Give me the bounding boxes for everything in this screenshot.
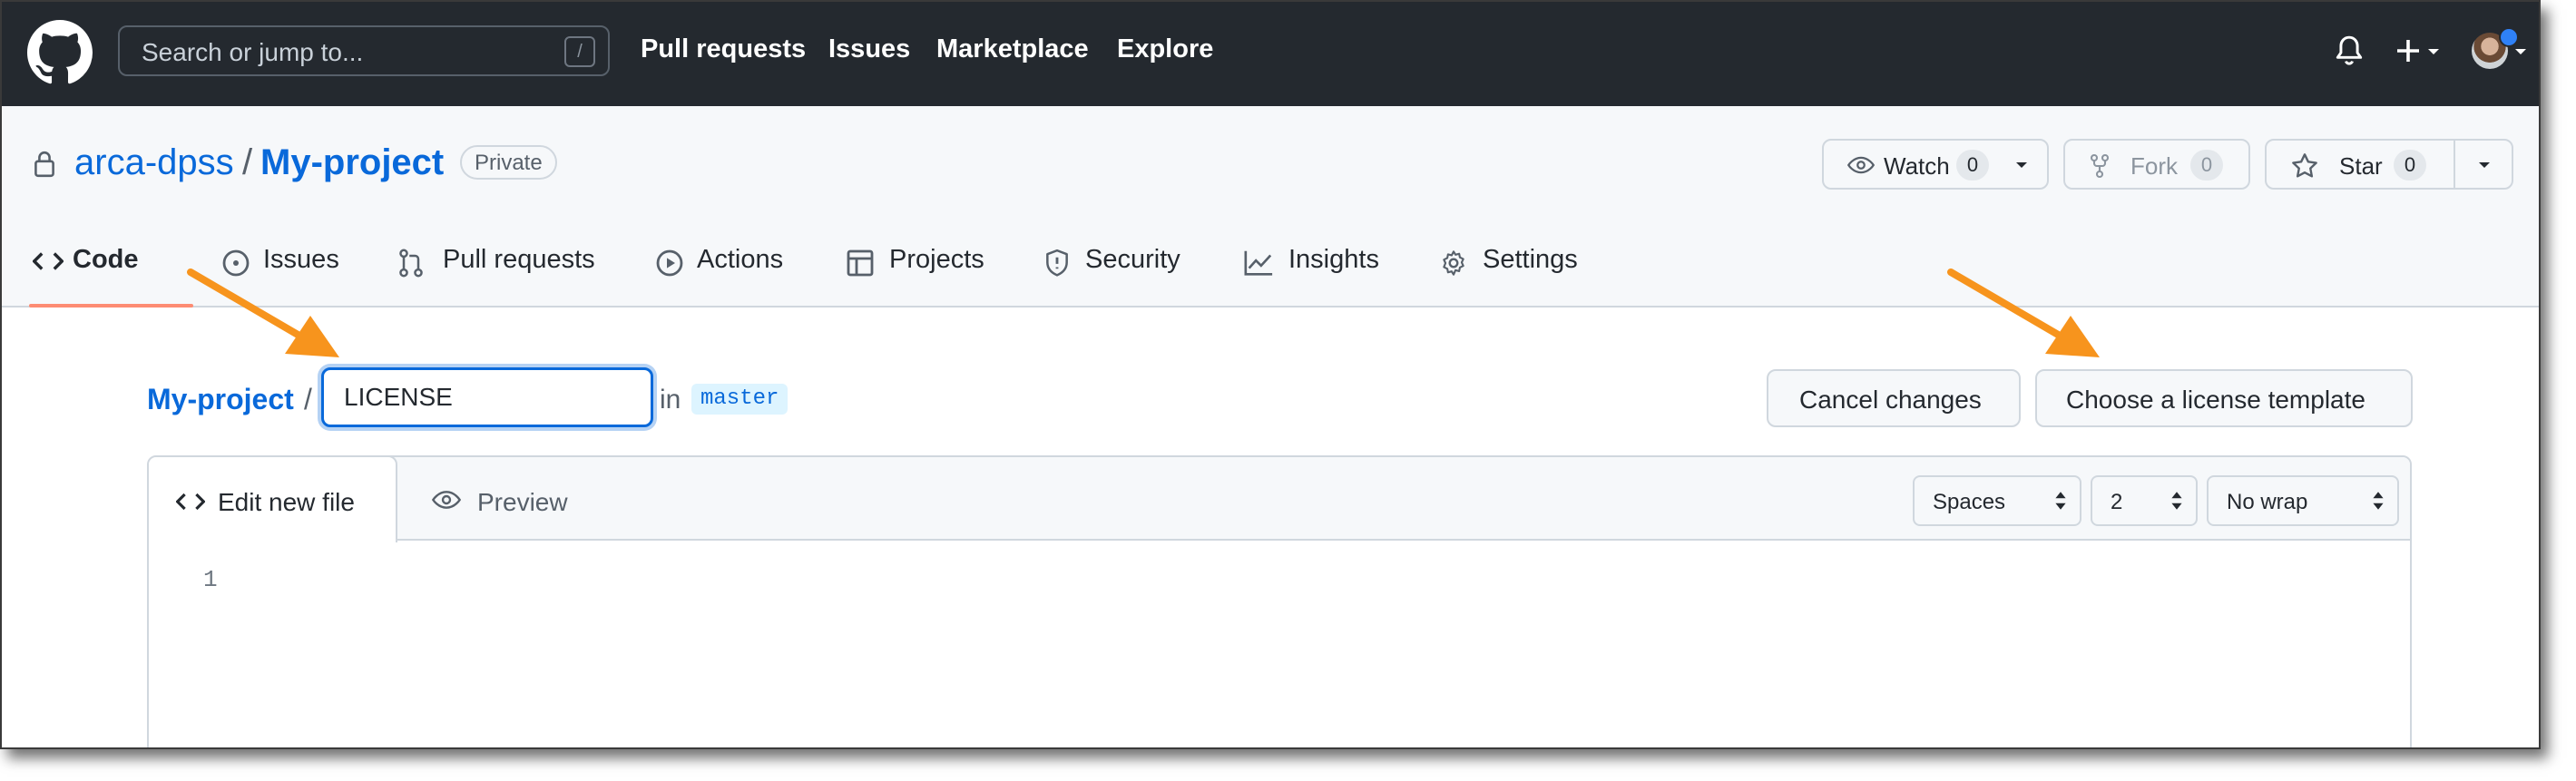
cancel-changes-label: Cancel changes — [1799, 386, 1982, 414]
search-input[interactable]: Search or jump to... / — [118, 25, 610, 76]
code-icon — [33, 252, 64, 270]
watch-count: 0 — [1956, 150, 1989, 181]
table-icon — [847, 249, 874, 277]
breadcrumb-repo-link[interactable]: My-project — [147, 383, 294, 416]
indent-size-value: 2 — [2111, 490, 2123, 514]
code-icon — [176, 493, 205, 511]
branch-badge: master — [691, 384, 788, 415]
select-arrows-icon — [2171, 492, 2182, 510]
browser-window: Search or jump to... / Pull requests Iss… — [0, 0, 2541, 749]
star-divider — [2454, 141, 2455, 188]
plus-icon[interactable] — [2394, 36, 2423, 65]
choose-license-template-button[interactable]: Choose a license template — [2035, 369, 2413, 427]
github-logo-icon[interactable] — [27, 20, 93, 85]
tab-code[interactable]: Code — [73, 245, 139, 275]
star-button[interactable]: Star 0 — [2265, 139, 2513, 190]
notification-dot — [2499, 27, 2519, 47]
tab-preview[interactable]: Preview — [477, 488, 568, 517]
bell-icon[interactable] — [2334, 34, 2365, 69]
tab-edit-new-file[interactable]: Edit new file — [149, 457, 397, 542]
wrap-mode-value: No wrap — [2227, 490, 2308, 514]
search-shortcut-key: / — [564, 36, 595, 67]
tab-insights[interactable]: Insights — [1288, 245, 1379, 275]
filename-input[interactable] — [321, 367, 653, 427]
indent-mode-select[interactable]: Spaces — [1913, 475, 2081, 526]
eye-icon — [432, 491, 461, 509]
fork-button[interactable]: Fork 0 — [2063, 139, 2250, 190]
search-placeholder: Search or jump to... — [142, 38, 364, 66]
nav-issues[interactable]: Issues — [828, 34, 910, 64]
star-label: Star — [2339, 152, 2383, 180]
gear-icon — [1443, 250, 1464, 276]
tab-projects[interactable]: Projects — [889, 245, 984, 275]
in-label: in — [660, 385, 681, 415]
nav-pull-requests[interactable]: Pull requests — [641, 34, 806, 64]
editor-toolbar: Edit new file Preview Spaces 2 No wrap — [149, 457, 2410, 542]
watch-label: Watch — [1884, 152, 1950, 180]
wrap-mode-select[interactable]: No wrap — [2207, 475, 2399, 526]
repo-owner-link[interactable]: arca-dpss — [74, 142, 234, 183]
star-count: 0 — [2394, 150, 2426, 181]
watch-button[interactable]: Watch 0 — [1822, 139, 2049, 190]
tab-actions[interactable]: Actions — [697, 245, 783, 275]
play-icon — [656, 249, 683, 277]
nav-marketplace[interactable]: Marketplace — [936, 34, 1089, 64]
eye-icon — [1847, 156, 1875, 174]
select-arrows-icon — [2055, 492, 2066, 510]
breadcrumb-separator: / — [304, 383, 312, 415]
tab-security[interactable]: Security — [1085, 245, 1180, 275]
repo-path-separator: / — [242, 142, 253, 182]
annotation-arrow-icon — [187, 268, 339, 357]
shield-icon — [1046, 249, 1068, 277]
repo-header: arca-dpss / My-project Private Watch 0 F… — [2, 106, 2539, 308]
indent-mode-value: Spaces — [1933, 490, 2006, 514]
fork-icon — [2090, 153, 2110, 179]
annotation-arrow-icon — [1947, 268, 2100, 357]
lock-icon — [34, 151, 54, 178]
chevron-down-icon[interactable] — [2426, 47, 2441, 56]
fork-label: Fork — [2130, 152, 2178, 180]
file-editor: Edit new file Preview Spaces 2 No wrap 1 — [147, 455, 2412, 747]
active-tab-indicator — [29, 304, 193, 308]
tab-pull-requests[interactable]: Pull requests — [443, 245, 595, 275]
avatar-chevron-down-icon[interactable] — [2513, 47, 2528, 56]
watch-dropdown-icon[interactable] — [2014, 161, 2029, 170]
select-arrows-icon — [2373, 492, 2384, 510]
choose-license-template-label: Choose a license template — [2066, 386, 2365, 414]
indent-size-select[interactable]: 2 — [2091, 475, 2198, 526]
repo-name-link[interactable]: My-project — [260, 142, 444, 183]
cancel-changes-button[interactable]: Cancel changes — [1767, 369, 2021, 427]
visibility-badge: Private — [460, 145, 557, 180]
pull-request-icon — [399, 249, 423, 278]
line-number: 1 — [203, 566, 218, 593]
star-icon — [2292, 153, 2317, 178]
fork-count: 0 — [2190, 150, 2223, 181]
tab-settings[interactable]: Settings — [1483, 245, 1578, 275]
tab-edit-label: Edit new file — [218, 488, 355, 516]
global-header: Search or jump to... / Pull requests Iss… — [2, 2, 2539, 106]
star-dropdown-icon[interactable] — [2477, 161, 2492, 170]
graph-icon — [1244, 250, 1273, 276]
nav-explore[interactable]: Explore — [1117, 34, 1213, 64]
